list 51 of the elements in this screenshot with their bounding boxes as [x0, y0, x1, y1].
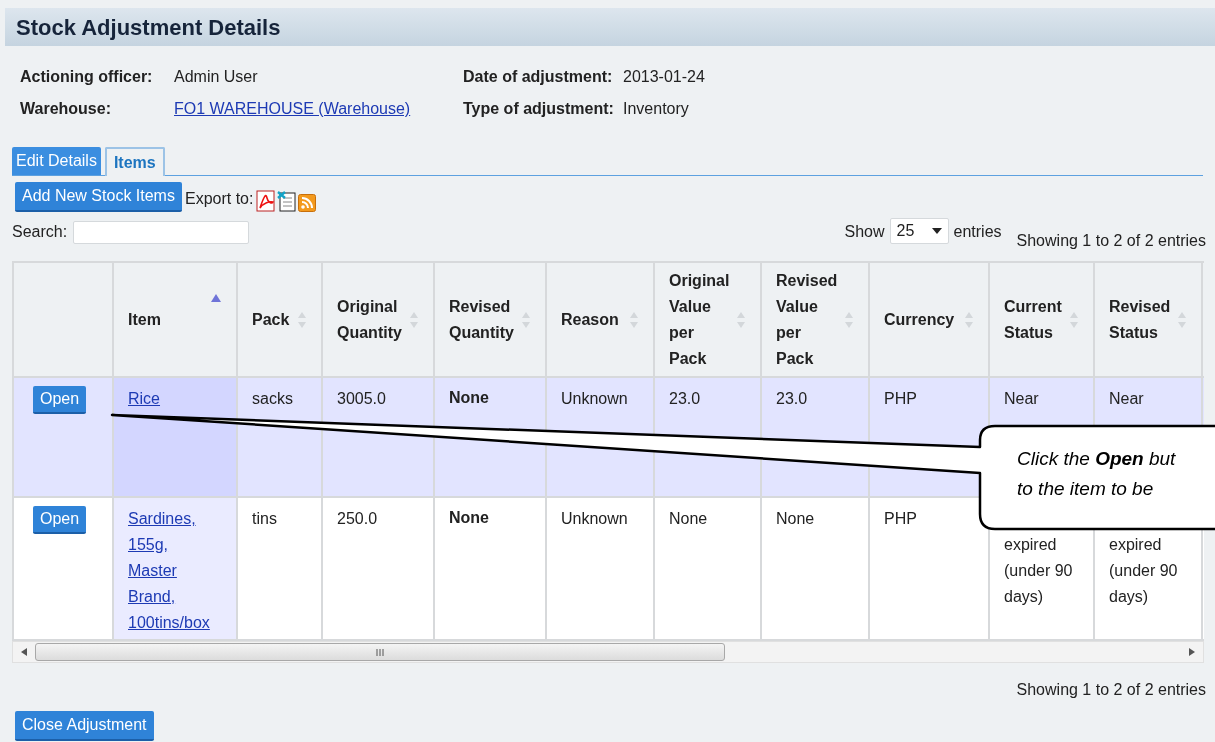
- table-cell-text: Unknown: [561, 389, 629, 409]
- detail-value: Admin User: [174, 67, 259, 87]
- table-info: Showing 1 to 2 of 2 entries: [1016, 231, 1206, 251]
- search-label: Search:: [12, 222, 68, 242]
- table-cell-text: expired (under 90 days): [1109, 535, 1179, 607]
- rss-icon[interactable]: [298, 194, 317, 212]
- callout-text: Click the Open but to the item to be: [1017, 447, 1177, 501]
- open-button[interactable]: Open: [33, 386, 87, 414]
- add-stock-items-button[interactable]: Add New Stock Items: [15, 182, 182, 212]
- grip-icon: [376, 648, 384, 656]
- table-cell-text: None: [449, 509, 489, 526]
- scrollbar-thumb[interactable]: [35, 643, 725, 661]
- entries-label: entries: [953, 222, 1002, 242]
- table-cell-text: 250.0: [337, 509, 379, 529]
- dropdown-caret-icon: [931, 228, 942, 234]
- table-cell-text: PHP: [884, 389, 918, 409]
- table-cell-text: expired (under 90 days): [1004, 535, 1074, 607]
- table-cell-text: PHP: [884, 509, 918, 529]
- export-label: Export to:: [184, 189, 254, 209]
- table-cell-text: None: [669, 509, 709, 529]
- warehouse-link[interactable]: FO1 WAREHOUSE (Warehouse): [174, 97, 450, 121]
- horizontal-scrollbar[interactable]: [12, 641, 1204, 663]
- table-info: Showing 1 to 2 of 2 entries: [1016, 680, 1206, 700]
- table-cell-text: Unknown: [561, 509, 629, 529]
- item-link[interactable]: Rice: [128, 386, 220, 412]
- table-cell-text: None: [776, 509, 816, 529]
- detail-label: Warehouse:: [20, 99, 112, 119]
- detail-value: Inventory: [623, 99, 690, 119]
- detail-label: Type of adjustment:: [462, 99, 615, 119]
- table-cell-text: 3005.0: [337, 389, 387, 409]
- search-field[interactable]: [73, 220, 250, 244]
- show-label: Show: [844, 222, 885, 242]
- table-cell-text: 23.0: [776, 389, 809, 409]
- page-title: Stock Adjustment Details: [16, 13, 281, 42]
- open-button[interactable]: Open: [33, 506, 87, 534]
- detail-label: Date of adjustment:: [462, 67, 614, 87]
- table-cell-text: 23.0: [669, 389, 702, 409]
- table-cell-text: Near: [1004, 389, 1040, 409]
- table-cell-text: None: [449, 389, 489, 406]
- scroll-left-icon[interactable]: [21, 648, 27, 656]
- spreadsheet-icon[interactable]: [277, 190, 298, 212]
- close-adjustment-button[interactable]: Close Adjustment: [15, 711, 154, 741]
- scroll-right-icon[interactable]: [1189, 648, 1195, 656]
- table-cell-text: sacks: [252, 389, 294, 409]
- detail-label: Actioning officer:: [20, 67, 154, 87]
- tab[interactable]: Items: [104, 147, 165, 176]
- pdf-icon[interactable]: [256, 190, 277, 212]
- table-cell-text: tins: [252, 509, 278, 529]
- table-cell-text: Near: [1109, 389, 1145, 409]
- detail-value: 2013-01-24: [623, 67, 706, 87]
- page-size-select[interactable]: 25: [889, 218, 949, 244]
